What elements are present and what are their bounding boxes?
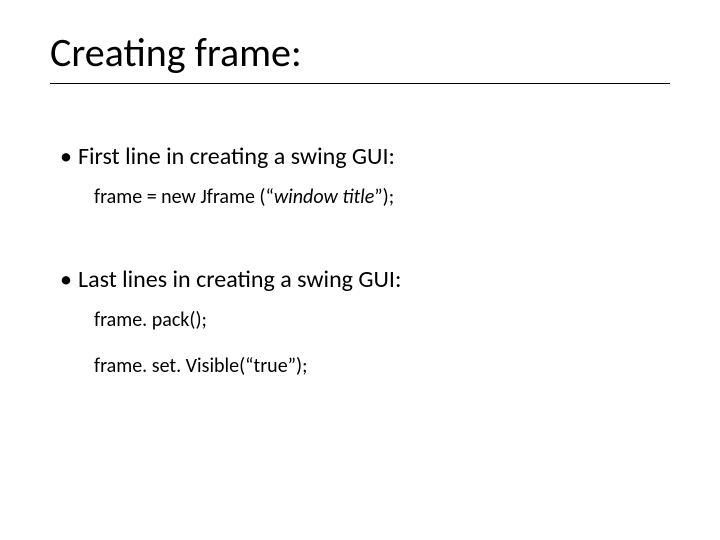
bullet-item-last-lines: •Last lines in creating a swing GUI:: [60, 265, 670, 294]
bullet-item-first-line: •First line in creating a swing GUI:: [60, 142, 670, 171]
code-text: frame. set. Visible(“true”);: [94, 354, 307, 378]
bullet-icon: •: [60, 142, 78, 171]
slide-title: Creating frame:: [50, 28, 670, 77]
slide-content: •First line in creating a swing GUI: fra…: [50, 142, 670, 378]
bullet-text: First line in creating a swing GUI:: [78, 142, 395, 171]
code-text: frame. pack();: [94, 308, 207, 332]
code-suffix: ”);: [374, 185, 394, 209]
bullet-icon: •: [60, 265, 78, 294]
bullet-text: Last lines in creating a swing GUI:: [78, 265, 401, 294]
code-italic: window title: [274, 185, 374, 209]
code-line: frame. set. Visible(“true”);: [94, 354, 670, 378]
slide: Creating frame: •First line in creating …: [0, 0, 720, 540]
code-prefix: frame = new Jframe (“: [94, 185, 274, 209]
title-underline: [50, 83, 670, 84]
code-line: frame. pack();: [94, 308, 670, 332]
code-line: frame = new Jframe (“window title”);: [94, 185, 670, 209]
